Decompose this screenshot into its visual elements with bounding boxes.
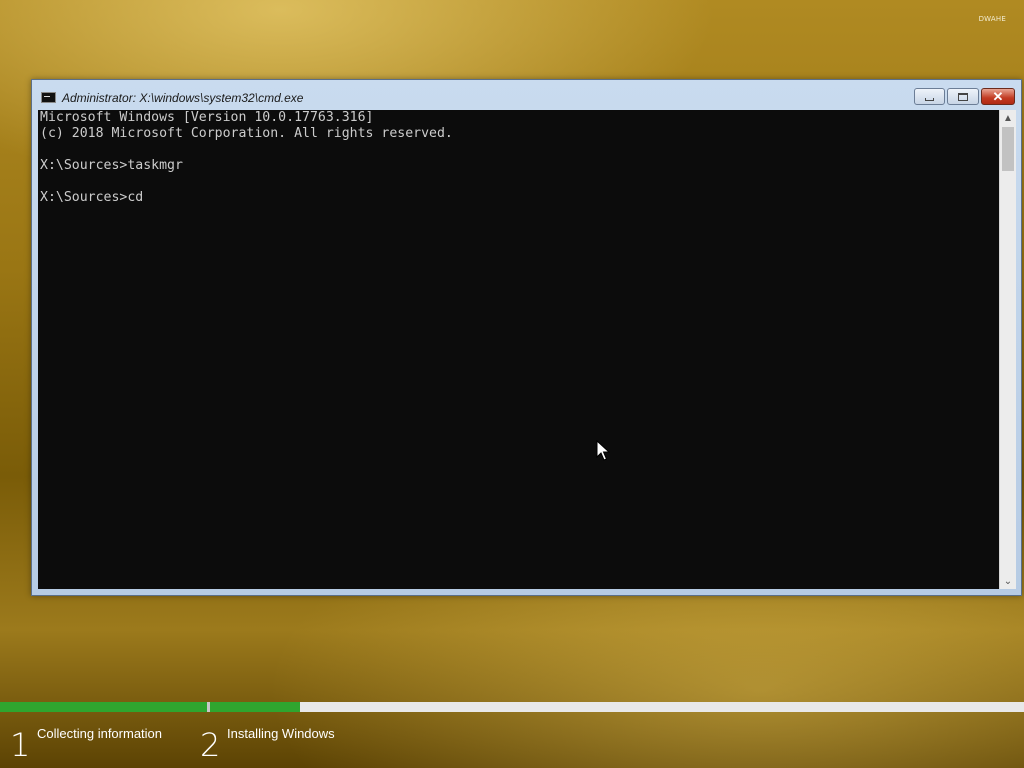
mouse-cursor-icon	[596, 440, 610, 461]
setup-progress-track	[0, 702, 1024, 712]
cmd-icon	[41, 92, 56, 103]
chevron-down-icon: ⌄	[1003, 575, 1013, 587]
console-output: Microsoft Windows [Version 10.0.17763.31…	[40, 110, 453, 205]
window-title: Administrator: X:\windows\system32\cmd.e…	[62, 91, 304, 105]
step-1-number: 1	[10, 726, 31, 764]
minimize-button[interactable]	[914, 88, 945, 105]
vertical-scrollbar[interactable]: ▲ ⌄	[999, 110, 1016, 589]
step-2-label: Installing Windows	[227, 726, 335, 741]
console-area[interactable]: Microsoft Windows [Version 10.0.17763.31…	[38, 110, 999, 589]
corner-watermark: DWAHE	[978, 15, 1006, 23]
title-bar[interactable]: Administrator: X:\windows\system32\cmd.e…	[32, 80, 1021, 110]
step-2-number: 2	[200, 726, 221, 764]
step-1-label: Collecting information	[37, 726, 163, 741]
cmd-window[interactable]: Administrator: X:\windows\system32\cmd.e…	[31, 79, 1022, 596]
step-1-progress	[0, 702, 207, 712]
scroll-up-button[interactable]: ▲	[1000, 110, 1016, 126]
scroll-thumb[interactable]	[1002, 127, 1014, 171]
close-button[interactable]: ✕	[981, 88, 1015, 105]
minimize-icon	[925, 97, 934, 101]
close-icon: ✕	[992, 88, 1004, 104]
chevron-up-icon: ▲	[1003, 112, 1013, 124]
maximize-icon	[958, 92, 968, 101]
maximize-button[interactable]	[947, 88, 979, 105]
step-2-progress	[210, 702, 300, 712]
scroll-down-button[interactable]: ⌄	[1000, 573, 1016, 589]
